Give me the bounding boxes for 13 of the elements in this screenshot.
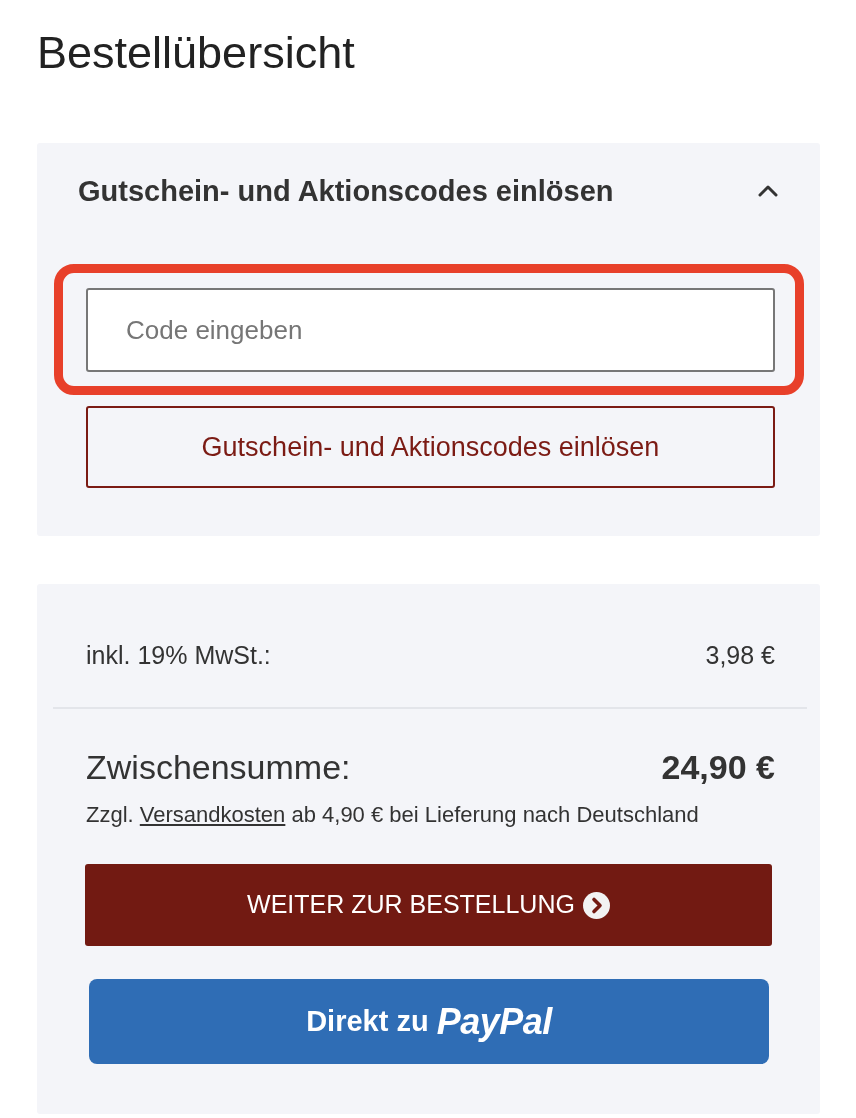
subtotal-amount: 24,90 € xyxy=(661,747,775,787)
shipping-note: Zzgl. Versandkosten ab 4,90 € bei Lieferung nach Deutschland xyxy=(85,801,700,829)
redeem-code-button[interactable]: Gutschein- und Aktionscodes einlösen xyxy=(86,406,775,488)
chevron-circle-icon xyxy=(582,891,610,919)
coupon-toggle-button[interactable]: Gutschein- und Aktionscodes einlösen xyxy=(37,143,820,208)
code-input-field[interactable]: Code eingeben xyxy=(86,288,775,372)
tax-label: inkl. 19% MwSt.: xyxy=(86,640,271,670)
shipping-costs-link[interactable]: Versandkosten xyxy=(139,802,286,827)
checkout-button[interactable]: WEITER ZUR BESTELLUNG xyxy=(85,864,772,946)
page-title: Bestellübersicht xyxy=(37,26,356,80)
paypal-button[interactable]: Direkt zu PayPal xyxy=(89,979,769,1064)
tax-amount: 3,98 € xyxy=(705,640,775,670)
subtotal-label: Zwischensumme: xyxy=(86,747,351,787)
